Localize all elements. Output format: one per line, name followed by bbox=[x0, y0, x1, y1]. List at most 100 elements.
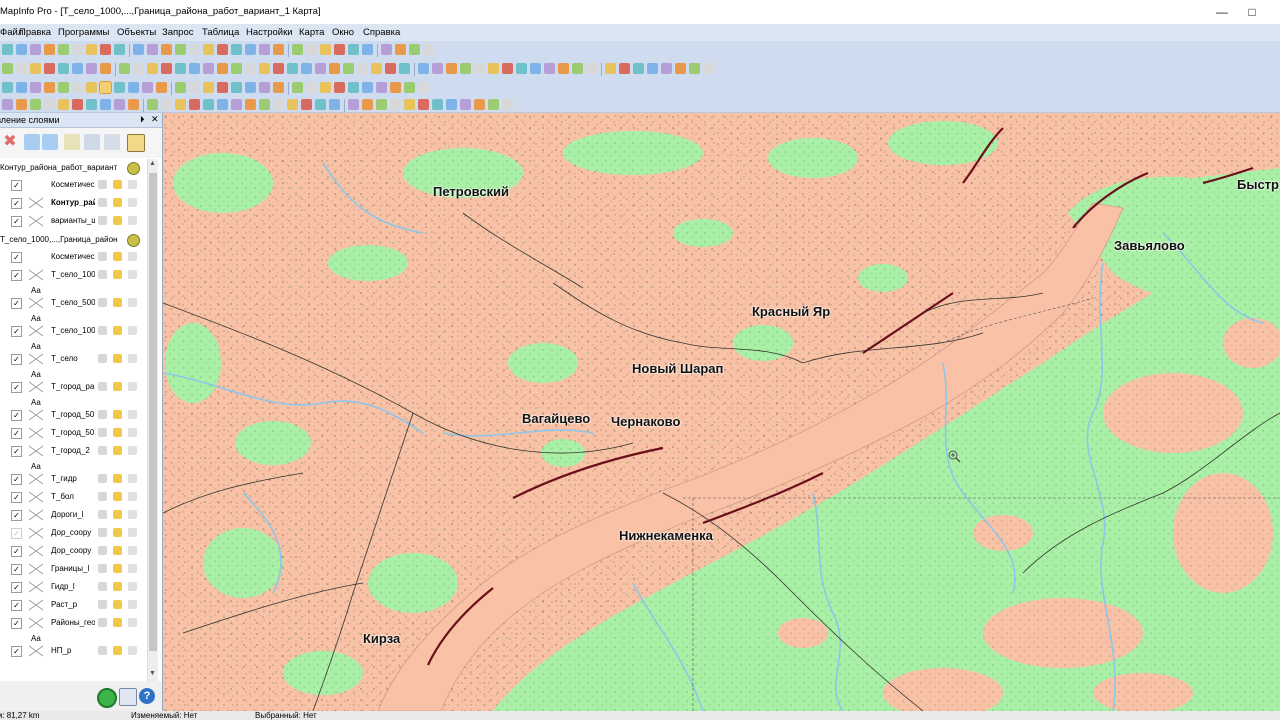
toolbar-button-icon[interactable] bbox=[633, 63, 644, 74]
toolbar-button-icon[interactable] bbox=[315, 99, 326, 110]
layer-visibility-checkbox[interactable]: ✓ bbox=[11, 410, 22, 421]
toolbar-button-icon[interactable] bbox=[558, 63, 569, 74]
toolbar-button-icon[interactable] bbox=[245, 99, 256, 110]
toolbar-button-icon[interactable] bbox=[647, 63, 658, 74]
layer-row[interactable]: ✓ Контур_района bbox=[0, 195, 146, 213]
layer-view-icon[interactable] bbox=[119, 688, 137, 706]
toolbar-button-icon[interactable] bbox=[530, 63, 541, 74]
toolbar-button-icon[interactable] bbox=[619, 63, 630, 74]
layer-row[interactable]: ✓ Т_бол bbox=[0, 489, 146, 507]
layer-label-icon[interactable] bbox=[128, 252, 137, 261]
toolbar-button-icon[interactable] bbox=[376, 99, 387, 110]
layer-select-icon[interactable] bbox=[113, 326, 122, 335]
toolbar-button-icon[interactable] bbox=[259, 63, 270, 74]
add-layer-icon[interactable] bbox=[64, 134, 80, 150]
layer-select-icon[interactable] bbox=[113, 252, 122, 261]
toolbar-button-icon[interactable] bbox=[99, 81, 112, 94]
layer-visibility-checkbox[interactable]: ✓ bbox=[11, 180, 22, 191]
layer-label-icon[interactable] bbox=[128, 428, 137, 437]
layer-visibility-checkbox[interactable]: ✓ bbox=[11, 492, 22, 503]
layer-row[interactable]: ✓ Дороги_l bbox=[0, 507, 146, 525]
toolbar-button-icon[interactable] bbox=[301, 99, 312, 110]
layer-label-icon[interactable] bbox=[128, 410, 137, 419]
toolbar-button-icon[interactable] bbox=[189, 82, 200, 93]
toolbar-button-icon[interactable] bbox=[348, 82, 359, 93]
toolbar-button-icon[interactable] bbox=[161, 99, 172, 110]
apply-icon[interactable] bbox=[97, 688, 117, 708]
toolbar-button-icon[interactable] bbox=[334, 82, 345, 93]
toolbar-button-icon[interactable] bbox=[385, 63, 396, 74]
toolbar-button-icon[interactable] bbox=[231, 82, 242, 93]
layer-label-icon[interactable] bbox=[128, 646, 137, 655]
toolbar-button-icon[interactable] bbox=[100, 63, 111, 74]
toolbar-button-icon[interactable] bbox=[409, 44, 420, 55]
toolbar-button-icon[interactable] bbox=[2, 99, 13, 110]
layer-label-icon[interactable] bbox=[128, 564, 137, 573]
layer-select-icon[interactable] bbox=[113, 582, 122, 591]
toolbar-button-icon[interactable] bbox=[273, 82, 284, 93]
layer-properties-icon[interactable] bbox=[84, 134, 100, 150]
layer-visibility-checkbox[interactable]: ✓ bbox=[11, 546, 22, 557]
town-label-bystr[interactable]: Быстр bbox=[1237, 177, 1279, 192]
layer-label-icon[interactable] bbox=[128, 180, 137, 189]
layer-label-icon[interactable] bbox=[128, 326, 137, 335]
toolbar-button-icon[interactable] bbox=[86, 44, 97, 55]
move-layer-up-icon[interactable] bbox=[24, 134, 40, 150]
toolbar-button-icon[interactable] bbox=[217, 44, 228, 55]
layer-edit-icon[interactable] bbox=[98, 410, 107, 419]
toolbar-button-icon[interactable] bbox=[292, 44, 303, 55]
layer-select-icon[interactable] bbox=[113, 510, 122, 519]
layer-row[interactable]: ✓ Т_село_100 Aa bbox=[0, 323, 146, 351]
layer-select-icon[interactable] bbox=[113, 180, 122, 189]
toolbar-button-icon[interactable] bbox=[362, 44, 373, 55]
toolbar-button-icon[interactable] bbox=[217, 63, 228, 74]
toolbar-button-icon[interactable] bbox=[390, 99, 401, 110]
toolbar-button-icon[interactable] bbox=[245, 63, 256, 74]
layer-label-icon[interactable] bbox=[128, 618, 137, 627]
layer-visibility-checkbox[interactable]: ✓ bbox=[11, 446, 22, 457]
menu-objects[interactable]: Объекты bbox=[117, 27, 156, 38]
layer-visibility-checkbox[interactable]: ✓ bbox=[11, 298, 22, 309]
layer-visibility-checkbox[interactable]: ✓ bbox=[11, 198, 22, 209]
layer-edit-icon[interactable] bbox=[98, 564, 107, 573]
toolbar-button-icon[interactable] bbox=[30, 63, 41, 74]
toolbar-button-icon[interactable] bbox=[128, 82, 139, 93]
menu-help[interactable]: Справка bbox=[363, 27, 400, 38]
layer-edit-icon[interactable] bbox=[98, 252, 107, 261]
toolbar-button-icon[interactable] bbox=[58, 82, 69, 93]
toolbar-button-icon[interactable] bbox=[16, 99, 27, 110]
toolbar-button-icon[interactable] bbox=[488, 63, 499, 74]
layer-row[interactable]: ✓ Т_город_50 bbox=[0, 407, 146, 425]
toolbar-button-icon[interactable] bbox=[175, 99, 186, 110]
layer-row[interactable]: ✓ НП_р bbox=[0, 643, 146, 661]
toolbar-button-icon[interactable] bbox=[86, 99, 97, 110]
remove-layer-icon[interactable]: ✖ bbox=[2, 134, 18, 150]
layer-options-icon[interactable] bbox=[127, 134, 145, 152]
layer-row[interactable]: ✓ Т_город_2 Aa bbox=[0, 443, 146, 471]
toolbar-button-icon[interactable] bbox=[418, 99, 429, 110]
toolbar-button-icon[interactable] bbox=[30, 82, 41, 93]
toolbar-button-icon[interactable] bbox=[292, 82, 303, 93]
toolbar-button-icon[interactable] bbox=[203, 82, 214, 93]
layer-edit-icon[interactable] bbox=[98, 492, 107, 501]
layer-select-icon[interactable] bbox=[113, 270, 122, 279]
toolbar-button-icon[interactable] bbox=[245, 82, 256, 93]
toolbar-button-icon[interactable] bbox=[605, 63, 616, 74]
toolbar-button-icon[interactable] bbox=[156, 82, 167, 93]
toolbar-button-icon[interactable] bbox=[203, 63, 214, 74]
town-label-petrovsky[interactable]: Петровский bbox=[433, 184, 509, 199]
help-icon[interactable]: ? bbox=[139, 688, 155, 704]
toolbar-button-icon[interactable] bbox=[72, 63, 83, 74]
layer-visibility-checkbox[interactable]: ✓ bbox=[11, 354, 22, 365]
toolbar-button-icon[interactable] bbox=[544, 63, 555, 74]
layer-visibility-checkbox[interactable]: ✓ bbox=[11, 646, 22, 657]
toolbar-button-icon[interactable] bbox=[404, 82, 415, 93]
toolbar-button-icon[interactable] bbox=[306, 82, 317, 93]
layer-label-icon[interactable] bbox=[128, 528, 137, 537]
toolbar-button-icon[interactable] bbox=[502, 99, 513, 110]
toolbar-button-icon[interactable] bbox=[133, 63, 144, 74]
layer-label-icon[interactable] bbox=[128, 382, 137, 391]
layer-visibility-checkbox[interactable]: ✓ bbox=[11, 252, 22, 263]
map-window[interactable]: Петровский Быстр Завьялово Красный Яр Но… bbox=[163, 113, 1280, 711]
layer-row[interactable]: ✓ Т_город_ра Aa bbox=[0, 379, 146, 407]
